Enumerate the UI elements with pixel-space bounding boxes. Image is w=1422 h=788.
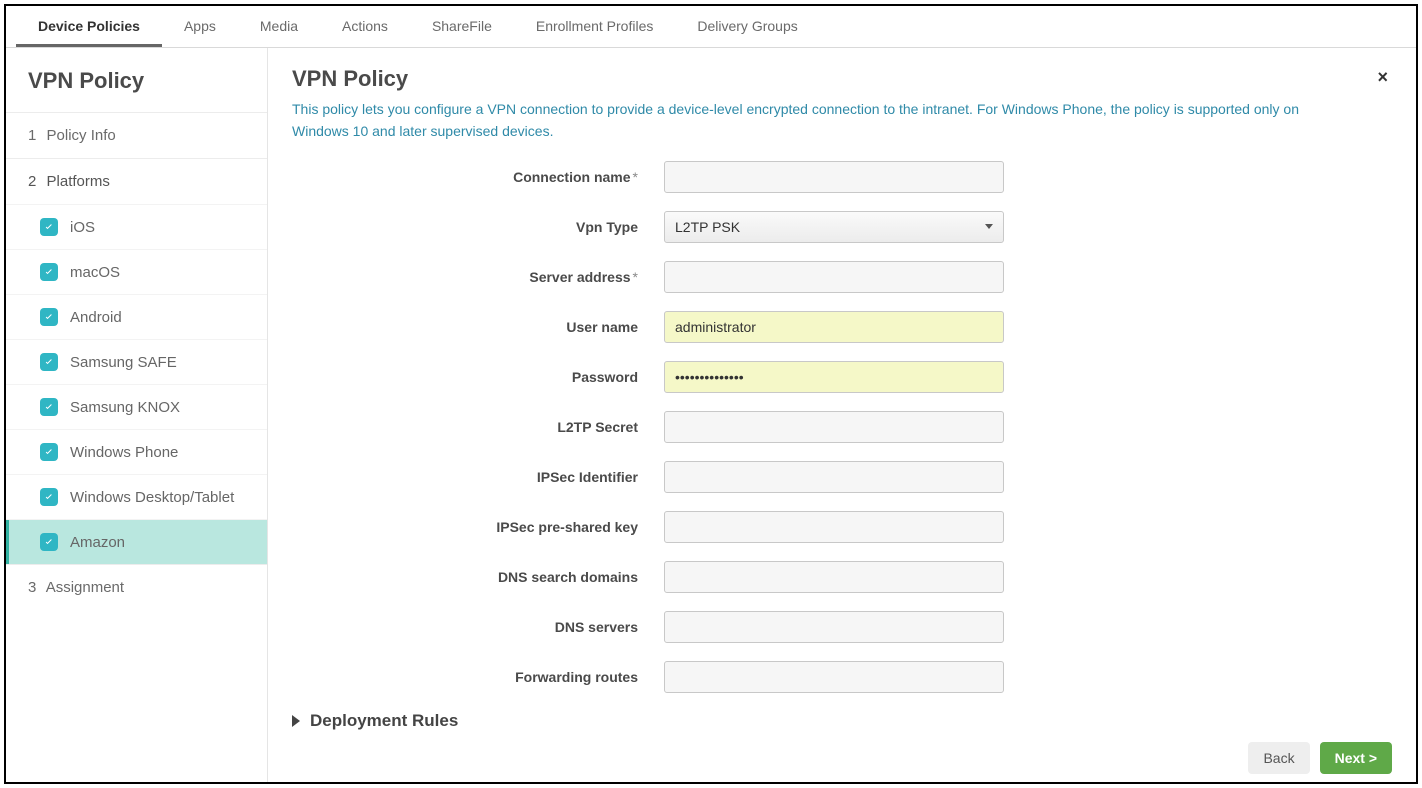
row-password: Password [292, 361, 1392, 393]
platform-android[interactable]: Android [6, 294, 267, 339]
tab-actions[interactable]: Actions [320, 6, 410, 47]
label-ipsec-psk: IPSec pre-shared key [292, 519, 664, 535]
row-l2tp-secret: L2TP Secret [292, 411, 1392, 443]
main-panel: VPN Policy This policy lets you configur… [268, 48, 1416, 782]
step-label: Assignment [46, 579, 124, 596]
input-forwarding-routes[interactable] [664, 661, 1004, 693]
platform-amazon[interactable]: Amazon [6, 519, 267, 564]
platform-label: Windows Phone [70, 444, 178, 461]
chevron-down-icon [985, 224, 993, 229]
checkbox-icon[interactable] [40, 398, 58, 416]
checkbox-icon[interactable] [40, 218, 58, 236]
label-connection-name: Connection name* [292, 169, 664, 185]
input-dns-search[interactable] [664, 561, 1004, 593]
deployment-rules-label: Deployment Rules [310, 711, 458, 731]
triangle-right-icon [292, 715, 300, 727]
row-connection-name: Connection name* [292, 161, 1392, 193]
platform-windows-desktop[interactable]: Windows Desktop/Tablet [6, 474, 267, 519]
sidebar-step-assignment[interactable]: 3 Assignment [6, 564, 267, 610]
tab-device-policies[interactable]: Device Policies [16, 6, 162, 47]
platform-label: iOS [70, 219, 95, 236]
step-label: Platforms [47, 173, 110, 190]
input-server-address[interactable] [664, 261, 1004, 293]
label-password: Password [292, 369, 664, 385]
label-ipsec-identifier: IPSec Identifier [292, 469, 664, 485]
label-dns-servers: DNS servers [292, 619, 664, 635]
input-l2tp-secret[interactable] [664, 411, 1004, 443]
row-dns-servers: DNS servers [292, 611, 1392, 643]
sidebar-step-platforms[interactable]: 2 Platforms [6, 158, 267, 204]
form-area: Connection name* Vpn Type L2TP PSK Serve… [292, 161, 1392, 734]
row-dns-search: DNS search domains [292, 561, 1392, 593]
tab-enrollment-profiles[interactable]: Enrollment Profiles [514, 6, 676, 47]
top-tabs: Device Policies Apps Media Actions Share… [6, 6, 1416, 48]
sidebar-title: VPN Policy [6, 48, 267, 112]
input-ipsec-psk[interactable] [664, 511, 1004, 543]
platform-windows-phone[interactable]: Windows Phone [6, 429, 267, 474]
next-button[interactable]: Next > [1320, 742, 1392, 774]
deployment-rules-toggle[interactable]: Deployment Rules [292, 711, 1392, 731]
platform-macos[interactable]: macOS [6, 249, 267, 294]
platform-label: Android [70, 309, 122, 326]
page-description: This policy lets you configure a VPN con… [292, 98, 1352, 143]
tab-media[interactable]: Media [238, 6, 320, 47]
label-server-address: Server address* [292, 269, 664, 285]
label-l2tp-secret: L2TP Secret [292, 419, 664, 435]
tab-sharefile[interactable]: ShareFile [410, 6, 514, 47]
input-ipsec-identifier[interactable] [664, 461, 1004, 493]
input-password[interactable] [664, 361, 1004, 393]
input-user-name[interactable] [664, 311, 1004, 343]
platform-label: Samsung SAFE [70, 354, 177, 371]
row-vpn-type: Vpn Type L2TP PSK [292, 211, 1392, 243]
footer-buttons: Back Next > [292, 734, 1392, 774]
label-dns-search: DNS search domains [292, 569, 664, 585]
platform-label: Samsung KNOX [70, 399, 180, 416]
sidebar: VPN Policy 1 Policy Info 2 Platforms iOS… [6, 48, 268, 782]
platform-ios[interactable]: iOS [6, 204, 267, 249]
platform-label: Amazon [70, 534, 125, 551]
label-vpn-type: Vpn Type [292, 219, 664, 235]
page-title: VPN Policy [292, 66, 1352, 92]
sidebar-step-policy-info[interactable]: 1 Policy Info [6, 112, 267, 158]
close-icon[interactable]: × [1373, 66, 1392, 88]
checkbox-icon[interactable] [40, 353, 58, 371]
app-frame: Device Policies Apps Media Actions Share… [4, 4, 1418, 784]
checkbox-icon[interactable] [40, 308, 58, 326]
step-num: 1 [28, 127, 36, 144]
select-value: L2TP PSK [675, 219, 740, 235]
tab-apps[interactable]: Apps [162, 6, 238, 47]
checkbox-icon[interactable] [40, 263, 58, 281]
row-server-address: Server address* [292, 261, 1392, 293]
tab-delivery-groups[interactable]: Delivery Groups [675, 6, 819, 47]
row-ipsec-identifier: IPSec Identifier [292, 461, 1392, 493]
input-connection-name[interactable] [664, 161, 1004, 193]
step-num: 2 [28, 173, 36, 190]
platform-label: macOS [70, 264, 120, 281]
checkbox-icon[interactable] [40, 488, 58, 506]
checkbox-icon[interactable] [40, 533, 58, 551]
body-row: VPN Policy 1 Policy Info 2 Platforms iOS… [6, 48, 1416, 782]
input-dns-servers[interactable] [664, 611, 1004, 643]
step-num: 3 [28, 579, 36, 596]
label-forwarding-routes: Forwarding routes [292, 669, 664, 685]
select-vpn-type[interactable]: L2TP PSK [664, 211, 1004, 243]
checkbox-icon[interactable] [40, 443, 58, 461]
platform-list: iOS macOS Android Samsung SAFE Samsung K… [6, 204, 267, 564]
label-user-name: User name [292, 319, 664, 335]
platform-samsung-safe[interactable]: Samsung SAFE [6, 339, 267, 384]
platform-label: Windows Desktop/Tablet [70, 489, 234, 506]
row-user-name: User name [292, 311, 1392, 343]
main-header: VPN Policy This policy lets you configur… [292, 66, 1392, 161]
row-forwarding-routes: Forwarding routes [292, 661, 1392, 693]
row-ipsec-psk: IPSec pre-shared key [292, 511, 1392, 543]
step-label: Policy Info [47, 127, 116, 144]
back-button[interactable]: Back [1248, 742, 1309, 774]
platform-samsung-knox[interactable]: Samsung KNOX [6, 384, 267, 429]
